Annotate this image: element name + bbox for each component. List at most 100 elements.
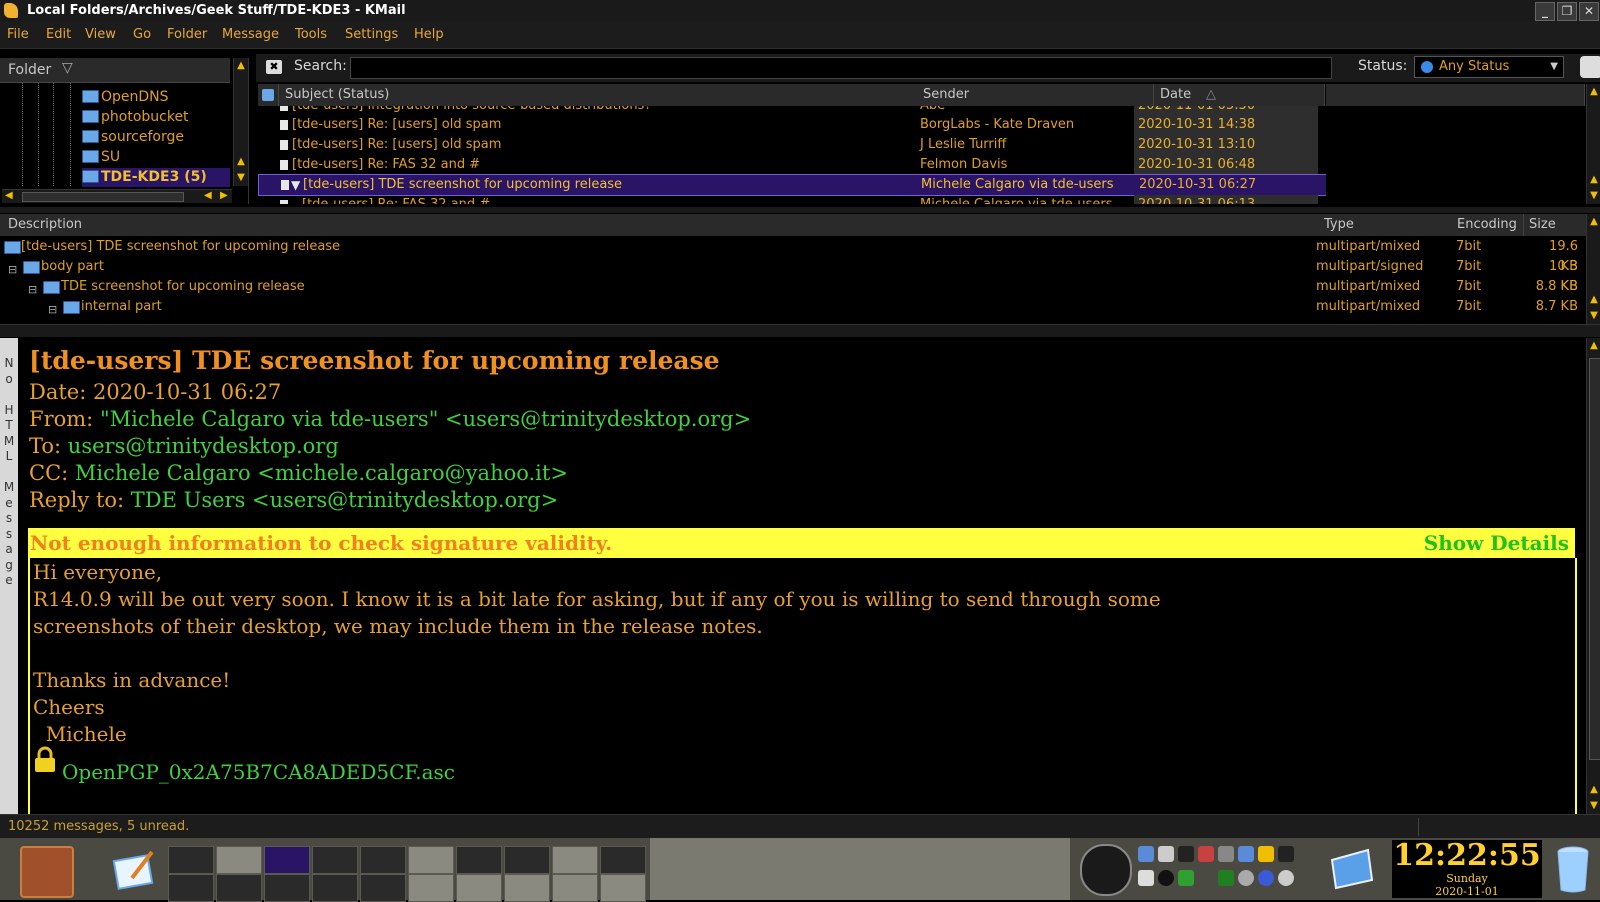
flag-icon[interactable] xyxy=(1198,846,1214,862)
gear-icon[interactable] xyxy=(1278,870,1294,886)
taskbar-button-kmail[interactable] xyxy=(264,846,310,874)
taskbar-button[interactable] xyxy=(456,874,502,902)
clear-search-icon[interactable]: ✖ xyxy=(266,60,282,74)
scroll-up-icon[interactable]: ▲ xyxy=(235,60,247,72)
message-row[interactable]: [tde-users] Re: FAS 32 and # Felmon Davis… xyxy=(258,155,1326,175)
scroll-left-icon[interactable]: ◀ xyxy=(204,190,212,201)
folder-item-opendns[interactable]: OpenDNS xyxy=(82,88,169,107)
menu-file[interactable]: File xyxy=(7,27,29,42)
to-link[interactable]: users@trinitydesktop.org xyxy=(68,434,339,458)
scroll-up-icon[interactable]: ▲ xyxy=(1588,174,1600,186)
scroll-up-icon[interactable]: ▲ xyxy=(1588,216,1600,228)
show-details-link[interactable]: Show Details xyxy=(1424,528,1569,558)
message-row[interactable]: [tde-users] Re: FAS 32 and #Michele Calg… xyxy=(258,195,1326,204)
maximize-button[interactable]: ❐ xyxy=(1557,2,1577,21)
attachment-link[interactable]: OpenPGP_0x2A75B7CA8ADED5CF.asc xyxy=(62,760,455,784)
desktop-pager[interactable] xyxy=(650,838,1070,900)
taskbar-button[interactable] xyxy=(312,874,358,902)
scroll-down-icon[interactable]: ▼ xyxy=(1588,310,1600,322)
minimize-button[interactable]: _ xyxy=(1535,2,1555,21)
scroll-thumb[interactable] xyxy=(22,192,184,202)
taskbar-button[interactable] xyxy=(552,846,598,874)
keyboard-icon[interactable] xyxy=(1158,870,1174,886)
menu-folder[interactable]: Folder xyxy=(167,27,207,42)
menu-view[interactable]: View xyxy=(85,27,116,42)
scroll-down-icon[interactable]: ▼ xyxy=(235,172,247,184)
column-encoding[interactable]: Encoding xyxy=(1452,214,1524,236)
column-status-icon[interactable] xyxy=(258,84,279,106)
taskbar-button[interactable] xyxy=(264,874,310,902)
clock[interactable]: 12:22:55 Sunday 2020-11-01 xyxy=(1392,840,1542,898)
taskbar-button[interactable] xyxy=(216,846,262,874)
mime-row[interactable]: [tde-users] TDE screenshot for upcoming … xyxy=(0,237,1584,274)
taskbar-button[interactable] xyxy=(408,874,454,902)
tree-icon[interactable] xyxy=(1218,870,1234,886)
folder-column-header[interactable]: Folder ▽ xyxy=(0,58,230,83)
update-icon[interactable] xyxy=(1178,870,1194,886)
taskbar-button[interactable] xyxy=(504,846,550,874)
mime-row[interactable]: ⊟ internal part multipart/mixed 7bit 8.7 KB xyxy=(0,297,1584,317)
close-button[interactable]: ✕ xyxy=(1579,2,1599,21)
pane-splitter[interactable] xyxy=(0,324,1600,337)
pane-splitter[interactable] xyxy=(0,207,1600,213)
scroll-right-icon[interactable]: ▶ xyxy=(220,190,228,201)
scroll-down-icon[interactable]: ▼ xyxy=(1588,190,1600,202)
play-icon[interactable] xyxy=(1278,846,1294,862)
column-type[interactable]: Type xyxy=(1318,214,1453,236)
taskbar-button[interactable] xyxy=(600,874,646,902)
search-input[interactable] xyxy=(350,57,1332,79)
mime-row[interactable]: ⊟ TDE screenshot for upcoming release mult… xyxy=(0,277,1584,297)
taskbar-button[interactable] xyxy=(504,874,550,902)
message-row-selected[interactable]: ▼ [tde-users] TDE screenshot for upcoming… xyxy=(258,174,1326,196)
from-link[interactable]: "Michele Calgaro via tde-users" <users@t… xyxy=(100,407,751,431)
scroll-up-icon[interactable]: ▲ xyxy=(1588,784,1600,796)
badge-icon[interactable] xyxy=(1258,870,1274,886)
scroll-up-icon[interactable]: ▲ xyxy=(1588,340,1600,352)
message-row[interactable]: [tde-users] Re: [users] old spam BorgLabs… xyxy=(258,115,1326,135)
notepad-icon[interactable] xyxy=(112,848,156,890)
mime-row[interactable]: ⊟ body part multipart/signed 7bit 10.3 KB xyxy=(0,257,1584,294)
mime-scrollbar[interactable]: ▲ ▲ ▼ xyxy=(1586,214,1600,324)
column-description[interactable]: Description xyxy=(0,214,1319,236)
folder-scrollbar[interactable]: ▲ ▲ ▼ xyxy=(233,58,248,186)
filter-icon[interactable] xyxy=(1580,56,1600,78)
reader-scrollbar[interactable]: ▲ ▲ ▼ xyxy=(1586,338,1600,814)
battery-icon[interactable] xyxy=(1258,846,1274,862)
scroll-left-icon[interactable]: ◀ xyxy=(5,190,13,201)
scroll-thumb[interactable] xyxy=(1589,358,1600,760)
replyto-link[interactable]: TDE Users <users@trinitydesktop.org> xyxy=(131,488,558,512)
tde-menu-icon[interactable] xyxy=(20,846,74,898)
status-filter-select[interactable]: Any Status ▼ xyxy=(1414,56,1564,78)
monitor-icon[interactable] xyxy=(1238,846,1254,862)
collapse-icon[interactable]: ⊟ xyxy=(48,300,57,320)
trash-icon[interactable] xyxy=(1556,844,1590,894)
menu-settings[interactable]: Settings xyxy=(345,27,398,42)
taskbar-button[interactable] xyxy=(552,874,598,902)
taskbar-button[interactable] xyxy=(408,846,454,874)
html-mode-indicator[interactable]: No HTML Message xyxy=(0,338,18,816)
seal-icon[interactable] xyxy=(1080,844,1132,896)
taskbar-button[interactable] xyxy=(216,874,262,902)
taskbar-button[interactable] xyxy=(360,846,406,874)
menu-go[interactable]: Go xyxy=(133,27,151,42)
scroll-up-icon[interactable]: ▲ xyxy=(1588,86,1600,98)
clipboard-icon[interactable] xyxy=(1178,846,1194,862)
folder-hscrollbar[interactable]: ◀ ◀ ▶ xyxy=(2,189,232,203)
taskbar-button[interactable] xyxy=(600,846,646,874)
folder-item-su[interactable]: SU xyxy=(82,148,120,167)
taskbar-button[interactable] xyxy=(168,846,214,874)
menu-edit[interactable]: Edit xyxy=(46,27,71,42)
column-subject[interactable]: Subject (Status) xyxy=(279,84,923,106)
cc-link[interactable]: Michele Calgaro <michele.calgaro@yahoo.i… xyxy=(75,461,568,485)
scroll-down-icon[interactable]: ▼ xyxy=(1588,800,1600,812)
message-list-scrollbar[interactable]: ▲ ▲ ▼ xyxy=(1586,84,1600,204)
menu-message[interactable]: Message xyxy=(222,27,279,42)
menu-help[interactable]: Help xyxy=(414,27,444,42)
folder-item-photobucket[interactable]: photobucket xyxy=(82,108,189,127)
folder-item-sourceforge[interactable]: sourceforge xyxy=(82,128,184,147)
taskbar-button[interactable] xyxy=(312,846,358,874)
speaker-icon[interactable] xyxy=(1158,846,1174,862)
menu-tools[interactable]: Tools xyxy=(295,27,327,42)
scroll-up-icon[interactable]: ▲ xyxy=(1588,294,1600,306)
message-row[interactable]: [tde-users] Re: [users] old spam J Leslie… xyxy=(258,135,1326,155)
